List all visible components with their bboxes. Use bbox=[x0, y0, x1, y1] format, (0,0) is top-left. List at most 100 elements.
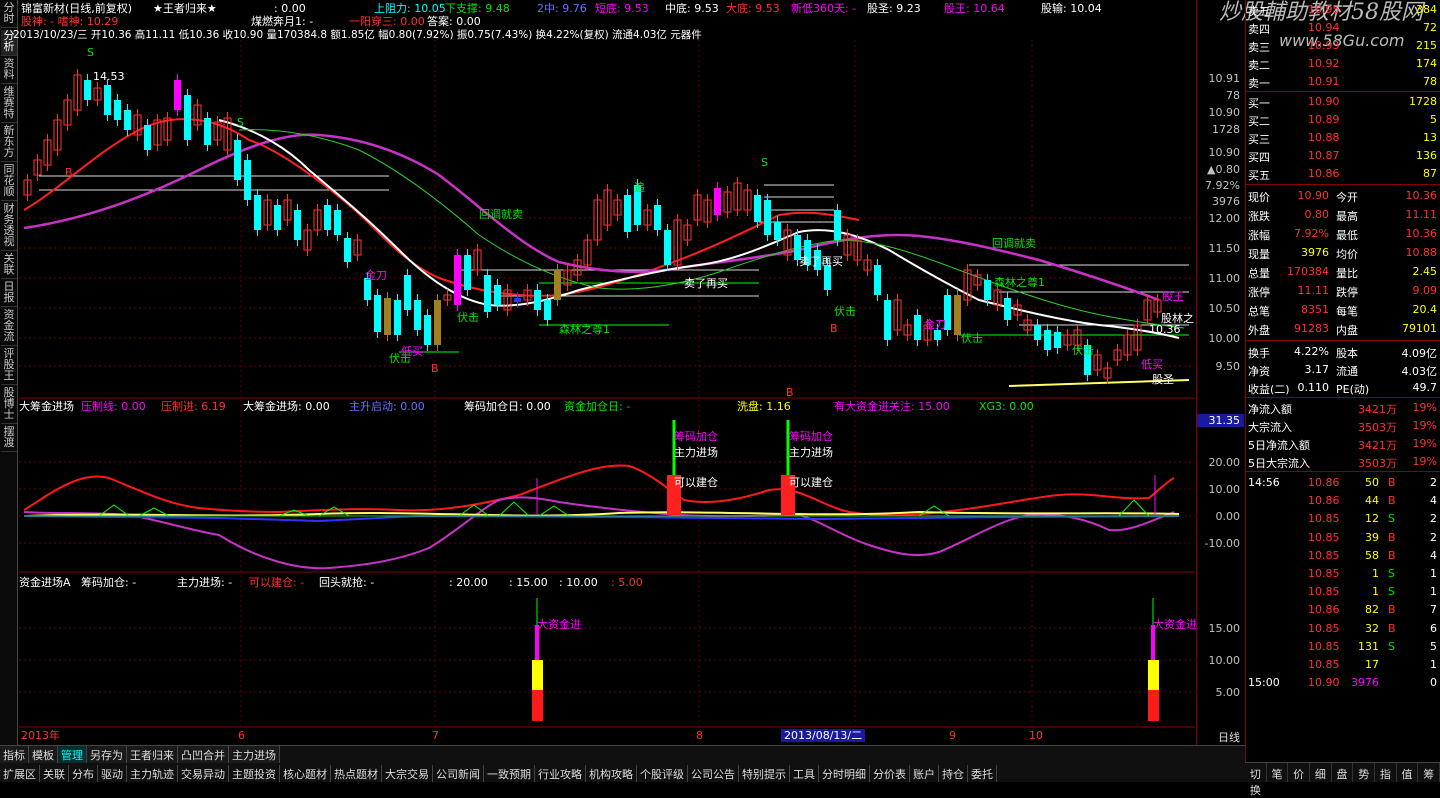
left-tab-11[interactable]: 股博士 bbox=[1, 387, 17, 424]
tab-4[interactable]: 王者归来 bbox=[127, 746, 178, 763]
buy-row[interactable]: 买二 10.89 5 bbox=[1246, 110, 1440, 128]
tick-count: 5 bbox=[1430, 639, 1437, 653]
stat-value2: 10.88 bbox=[1405, 246, 1438, 259]
ext-tab-5[interactable]: 交易异动 bbox=[178, 765, 229, 782]
price-chart-svg bbox=[19, 40, 1195, 728]
ambush-4: 伏击 bbox=[961, 332, 983, 345]
right-tab-5[interactable]: 势 bbox=[1353, 763, 1376, 782]
sell-row[interactable]: 卖五 10.95 384 bbox=[1246, 0, 1440, 18]
right-tab-1[interactable]: 笔 bbox=[1267, 763, 1289, 782]
left-tab-5[interactable]: 同花顺 bbox=[1, 164, 17, 201]
right-tab-7[interactable]: 值 bbox=[1397, 763, 1419, 782]
flow-value: 3421万 bbox=[1358, 439, 1397, 452]
tab-6[interactable]: 主力进场 bbox=[229, 746, 280, 763]
left-tab-12[interactable]: 摆渡 bbox=[1, 426, 17, 452]
sell-row[interactable]: 卖一 10.91 78 bbox=[1246, 72, 1440, 90]
left-tab-strip: 分时 分析 资料 维赛特 新东方 同花顺 财务透视 关联 日报 资金流 评股王 股博士 摆渡 bbox=[0, 0, 18, 745]
tab-3[interactable]: 另存为 bbox=[87, 746, 127, 763]
ext-tab-0[interactable]: 扩展区 bbox=[0, 765, 40, 782]
ob-separator bbox=[1246, 340, 1440, 341]
tab-1[interactable]: 模板 bbox=[29, 746, 58, 763]
ext-tab-7[interactable]: 核心题材 bbox=[280, 765, 331, 782]
right-tab-4[interactable]: 盘 bbox=[1332, 763, 1354, 782]
stat-label2: 最低 bbox=[1336, 229, 1358, 242]
buy-row[interactable]: 买一 10.90 1728 bbox=[1246, 92, 1440, 110]
date-8: 8 bbox=[696, 729, 703, 742]
right-tab-0[interactable]: 切换 bbox=[1245, 763, 1267, 797]
ext-tab-17[interactable]: 工具 bbox=[790, 765, 819, 782]
tick-row: 10.85 39 B 2 bbox=[1246, 528, 1440, 546]
ext-tab-1[interactable]: 关联 bbox=[40, 765, 69, 782]
buy-price: 10.90 bbox=[1308, 95, 1340, 108]
ext-tab-19[interactable]: 分价表 bbox=[870, 765, 910, 782]
low-buy-1: 低买 bbox=[401, 345, 423, 358]
left-tab-10[interactable]: 评股王 bbox=[1, 348, 17, 385]
tab-5[interactable]: 凸凹合并 bbox=[178, 746, 229, 763]
ext-tab-11[interactable]: 一致预期 bbox=[484, 765, 535, 782]
ext-tab-10[interactable]: 公司新闻 bbox=[433, 765, 484, 782]
ext-tab-21[interactable]: 持仓 bbox=[939, 765, 968, 782]
stat-label2: 量比 bbox=[1336, 267, 1358, 280]
ext-tab-2[interactable]: 分布 bbox=[69, 765, 98, 782]
buy-row[interactable]: 买四 10.87 136 bbox=[1246, 146, 1440, 164]
pullback-sell-2: 回调就卖 bbox=[992, 237, 1036, 250]
left-tab-9[interactable]: 资金流 bbox=[1, 309, 17, 346]
ext-tab-6[interactable]: 主题投资 bbox=[229, 765, 280, 782]
left-tab-8[interactable]: 日报 bbox=[1, 281, 17, 307]
left-tab-4[interactable]: 新东方 bbox=[1, 125, 17, 162]
ext-tab-8[interactable]: 热点题材 bbox=[331, 765, 382, 782]
sell-row[interactable]: 卖四 10.94 72 bbox=[1246, 18, 1440, 36]
sell-row[interactable]: 卖二 10.92 174 bbox=[1246, 54, 1440, 72]
tick-count: 0 bbox=[1430, 676, 1437, 690]
ext-tab-9[interactable]: 大宗交易 bbox=[382, 765, 433, 782]
right-tab-3[interactable]: 细 bbox=[1310, 763, 1332, 782]
p2-wash: 洗盘: 1.16 bbox=[737, 400, 791, 413]
tick-count: 7 bbox=[1430, 603, 1437, 617]
right-tab-6[interactable]: 指 bbox=[1375, 763, 1397, 782]
sell-row[interactable]: 卖三 10.93 215 bbox=[1246, 36, 1440, 54]
flow-value: 3503万 bbox=[1358, 457, 1397, 470]
tick-side: B bbox=[1388, 530, 1396, 544]
right-tab-2[interactable]: 价 bbox=[1288, 763, 1311, 782]
buy-label: 买四 bbox=[1248, 151, 1270, 164]
stat-row: 总量 170384 量比 2.45 bbox=[1246, 262, 1440, 281]
forest-2: 森林之尊1 bbox=[994, 276, 1045, 289]
flow-row: 大宗流入 3503万 19% bbox=[1246, 416, 1440, 434]
stat-label: 现价 bbox=[1248, 191, 1270, 204]
tab-2[interactable]: 管理 bbox=[58, 746, 87, 763]
left-tab-6[interactable]: 财务透视 bbox=[1, 203, 17, 251]
left-tab-2[interactable]: 资料 bbox=[1, 58, 17, 84]
ext-tab-3[interactable]: 驱动 bbox=[98, 765, 127, 782]
right-tab-8[interactable]: 筹 bbox=[1418, 763, 1440, 782]
ext-tab-20[interactable]: 账户 bbox=[910, 765, 939, 782]
buy-row[interactable]: 买五 10.86 87 bbox=[1246, 164, 1440, 182]
ext-tab-18[interactable]: 分时明细 bbox=[819, 765, 870, 782]
ext-tab-16[interactable]: 特别提示 bbox=[739, 765, 790, 782]
low-buy-2: 低买 bbox=[1141, 358, 1163, 371]
ext-tab-4[interactable]: 主力轨迹 bbox=[127, 765, 178, 782]
buy-vol: 136 bbox=[1416, 149, 1437, 162]
date-7: 7 bbox=[432, 729, 439, 742]
left-tab-3[interactable]: 维赛特 bbox=[1, 86, 17, 123]
tick-row: 10.85 32 B 6 bbox=[1246, 619, 1440, 637]
ext-tab-14[interactable]: 个股评级 bbox=[637, 765, 688, 782]
golden-knife-2: 金刀 bbox=[924, 318, 946, 331]
tab-0[interactable]: 指标 bbox=[0, 746, 29, 763]
buy-row[interactable]: 买三 10.88 13 bbox=[1246, 128, 1440, 146]
stat-row: 总笔 8351 每笔 20.4 bbox=[1246, 300, 1440, 319]
left-tab-7[interactable]: 关联 bbox=[1, 253, 17, 279]
stat-row: 涨停 11.11 跌停 9.09 bbox=[1246, 281, 1440, 300]
chart-area[interactable]: 锦富新材(日线,前复权) ★王者归来★ : 0.00 上阻力: 10.05 下支… bbox=[13, 0, 1423, 745]
left-tab-0[interactable]: 分时 bbox=[1, 2, 17, 28]
stat-label2: 每笔 bbox=[1336, 305, 1358, 318]
tick-price: 10.85 bbox=[1308, 530, 1340, 544]
ext-tab-22[interactable]: 委托 bbox=[968, 765, 997, 782]
tick-vol: 1 bbox=[1372, 585, 1379, 599]
ext-tab-13[interactable]: 机构攻略 bbox=[586, 765, 637, 782]
ext-tab-12[interactable]: 行业攻略 bbox=[535, 765, 586, 782]
tick-row: 10.85 1 S 1 bbox=[1246, 582, 1440, 600]
sell-vol: 384 bbox=[1416, 3, 1437, 16]
period-label[interactable]: 日线 bbox=[1218, 729, 1240, 745]
ext-tab-15[interactable]: 公司公告 bbox=[688, 765, 739, 782]
tick-side: S bbox=[1388, 585, 1395, 599]
